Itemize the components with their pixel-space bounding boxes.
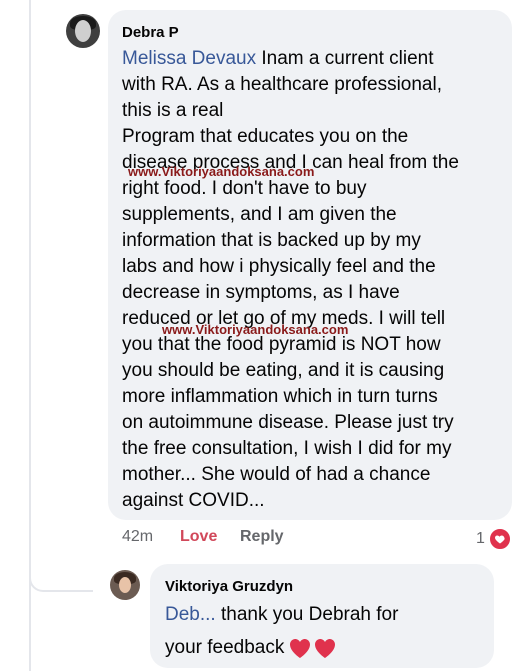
mention-link[interactable]: Melissa Devaux xyxy=(122,48,256,69)
comment-text: Melissa Devaux Inam a current client wit… xyxy=(122,46,508,514)
comment-line: Program that educates you on the xyxy=(122,126,409,147)
red-heart-emoji xyxy=(315,638,336,658)
comment-line: more inflammation which in turn turns xyxy=(122,386,438,407)
hearts xyxy=(288,637,337,659)
reply-text: Deb... thank you Debrah for your feedbac… xyxy=(165,598,487,664)
reply-author[interactable]: Viktoriya Gruzdyn xyxy=(165,578,293,595)
comment-line: against COVID... xyxy=(122,490,265,511)
comment-author[interactable]: Debra P xyxy=(122,24,179,41)
comment-line: labs and how i physically feel and the xyxy=(122,256,436,277)
comment-line: Melissa Devaux Inam a current client xyxy=(122,48,434,69)
comment-line: you should be eating, and it is causing xyxy=(122,360,445,381)
comment-line: right food. I don't have to buy xyxy=(122,178,367,199)
comment-timestamp[interactable]: 42m xyxy=(122,528,153,546)
love-button[interactable]: Love xyxy=(180,528,217,546)
reaction-summary[interactable]: 1 xyxy=(476,527,512,551)
watermark: www.Viktoriyaandoksana.com xyxy=(162,322,349,337)
comment-line: the free consultation, I wish I did for … xyxy=(122,438,452,459)
comment-line: this is a real xyxy=(122,100,224,121)
reply-mention-link[interactable]: Deb... xyxy=(165,604,216,625)
reply-button[interactable]: Reply xyxy=(240,528,284,546)
thread-branch xyxy=(29,548,93,592)
comment-line: with RA. As a healthcare professional, xyxy=(122,74,443,95)
reaction-count: 1 xyxy=(476,530,485,547)
red-heart-emoji xyxy=(290,638,311,658)
comment-line: decrease in symptoms, as I have xyxy=(122,282,400,303)
comment-line: supplements, and I am given the xyxy=(122,204,397,225)
reply-line: your feedback xyxy=(165,631,487,664)
replier-avatar[interactable] xyxy=(110,570,140,600)
comment-line: on autoimmune disease. Please just try xyxy=(122,412,454,433)
reply-line: Deb... thank you Debrah for xyxy=(165,604,399,625)
watermark: www.Viktoriyaandoksana.com xyxy=(128,164,315,179)
comment-line: information that is backed up by my xyxy=(122,230,421,251)
heart-reaction-icon xyxy=(487,527,512,551)
comment-line: mother... She would of had a chance xyxy=(122,464,431,485)
commenter-avatar[interactable] xyxy=(66,14,100,48)
